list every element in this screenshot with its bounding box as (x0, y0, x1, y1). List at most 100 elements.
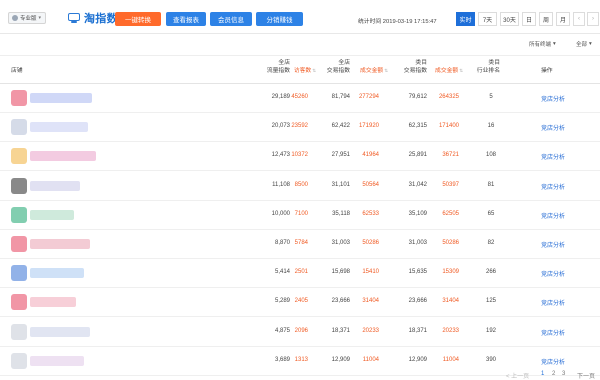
shop-avatar[interactable] (11, 236, 27, 252)
shop-name-blurred[interactable] (30, 268, 84, 279)
top-bar: 专业版 ▾ 淘指数 一键转换 查看报表 会员信息 分销赚钱 统计时间 2019-… (0, 0, 600, 34)
shop-avatar[interactable] (11, 265, 27, 282)
chevron-down-icon: ▾ (589, 41, 592, 47)
table-row: 11,108 8500 31,101 50564 31,042 50397 81 竞店分析 (0, 172, 600, 201)
date-prev-button[interactable]: ‹ (573, 12, 585, 26)
competitor-analysis-link[interactable]: 竞店分析 (541, 240, 581, 249)
competitor-analysis-link[interactable]: 竞店分析 (541, 211, 581, 220)
edition-selector[interactable]: 专业版 ▾ (8, 12, 47, 24)
shop-avatar[interactable] (11, 206, 27, 223)
cell-industry-rank: 192 (485, 327, 496, 334)
cell-amount: 50286 (362, 240, 379, 246)
header-amount[interactable]: 成交金额⇅ (348, 67, 388, 75)
logo[interactable]: 淘指数 (67, 10, 118, 26)
cell-amount: 50564 (362, 181, 379, 188)
distribution-earn-button[interactable]: 分销赚钱 (256, 12, 303, 26)
scope-filter[interactable]: 全部 ▾ (576, 40, 592, 48)
cell-category-amount: 20233 (442, 327, 459, 334)
pagination-prev[interactable]: < 上一页 (506, 371, 529, 380)
shop-name-blurred[interactable] (30, 326, 90, 337)
cell-industry-rank: 82 (487, 240, 495, 246)
shop-name-blurred[interactable] (30, 209, 74, 220)
competitor-analysis-link[interactable]: 竞店分析 (541, 94, 581, 103)
one-click-convert-button[interactable]: 一键转换 (115, 12, 161, 26)
period-day-button[interactable]: 日 (522, 12, 536, 26)
chevron-down-icon: ▾ (553, 41, 556, 47)
shop-name-blurred[interactable] (30, 297, 76, 308)
shop-avatar[interactable] (11, 148, 27, 165)
header-shop: 店铺 (11, 68, 23, 74)
header-category-trade-index[interactable]: 类目 交易指数 (387, 59, 427, 75)
period-month-button[interactable]: 月 (556, 12, 570, 26)
competitor-analysis-link[interactable]: 竞店分析 (541, 152, 581, 161)
header-industry-rank[interactable]: 类目 行业排名 (460, 59, 500, 75)
table-row: 10,000 7100 35,118 62533 35,109 62505 65 竞店分析 (0, 201, 600, 230)
table-row: 5,414 2501 15,698 15410 15,635 15309 266 竞店分析 (0, 259, 600, 289)
table-row: 12,473 10372 27,951 41964 25,891 36721 108 竞店分析 (0, 142, 600, 172)
cell-industry-rank: 65 (487, 210, 495, 217)
cell-amount: 62533 (362, 210, 379, 217)
cell-industry-rank: 81 (487, 181, 495, 188)
pagination-page-3[interactable]: 3 (562, 371, 565, 377)
cell-visitors: 5784 (294, 240, 308, 246)
cell-category-amount: 50397 (442, 181, 459, 188)
shop-name-blurred[interactable] (30, 355, 84, 366)
competitor-analysis-link[interactable]: 竞店分析 (541, 328, 581, 337)
period-week-button[interactable]: 周 (539, 12, 553, 26)
shop-name-blurred[interactable] (30, 93, 92, 103)
view-report-button[interactable]: 查看报表 (166, 12, 206, 26)
cell-category-amount: 62505 (442, 210, 459, 217)
pagination-next[interactable]: 下一页 > (577, 371, 600, 380)
table-row: 8,870 5784 31,003 50286 31,003 50286 82 竞店分析 (0, 230, 600, 259)
period-30day-button[interactable]: 30天 (500, 12, 519, 26)
period-realtime-button[interactable]: 实时 (456, 12, 475, 26)
shop-avatar[interactable] (11, 119, 27, 136)
period-7day-button[interactable]: 7天 (478, 12, 497, 26)
monitor-icon (67, 11, 81, 25)
stat-time: 统计时间 2019-03-19 17:15:47 (358, 19, 437, 25)
cell-amount: 171920 (358, 123, 379, 130)
shop-avatar[interactable] (11, 90, 27, 106)
cell-amount: 20233 (362, 327, 379, 334)
table-row: 4,875 2096 18,371 20233 18,371 20233 192 竞店分析 (0, 318, 600, 347)
user-icon (12, 15, 18, 21)
competitor-analysis-link[interactable]: 竞店分析 (541, 269, 581, 278)
competitor-analysis-link[interactable]: 竞店分析 (541, 298, 581, 307)
cell-visitors: 2405 (294, 298, 308, 305)
date-next-button[interactable]: › (587, 12, 599, 26)
shop-avatar[interactable] (11, 352, 27, 369)
shop-name-blurred[interactable] (30, 180, 80, 191)
cell-industry-rank: 16 (487, 123, 495, 130)
table-row: 20,073 23592 62,422 171920 62,315 171400 16 竞店分… (0, 113, 600, 143)
member-info-button[interactable]: 会员信息 (210, 12, 252, 26)
shop-avatar[interactable] (11, 323, 27, 340)
terminal-filter-label: 所有终端 (529, 42, 552, 48)
cell-category-amount: 11004 (442, 356, 459, 363)
cell-visitors: 7100 (294, 210, 308, 217)
cell-visitors: 1313 (294, 356, 308, 363)
terminal-filter[interactable]: 所有终端 ▾ (529, 40, 556, 48)
shop-name-blurred[interactable] (30, 122, 88, 133)
cell-industry-rank: 108 (485, 152, 496, 159)
pagination-page-2[interactable]: 2 (552, 371, 555, 377)
shop-name-blurred[interactable] (30, 239, 90, 249)
header-category-amount[interactable]: 成交金额⇅ (423, 67, 463, 75)
shop-avatar[interactable] (11, 294, 27, 311)
cell-visitors: 8500 (294, 181, 308, 188)
shop-avatar[interactable] (11, 177, 27, 194)
scope-filter-label: 全部 (576, 42, 588, 48)
cell-visitors: 2096 (294, 327, 308, 334)
pagination-page-1[interactable]: 1 (541, 371, 544, 377)
table-header: 店铺 全店 流量指数 访客数⇅ 全店 交易指数 成交金额⇅ 类目 交易指数 成交金额⇅… (0, 55, 600, 84)
cell-category-amount: 264325 (438, 94, 459, 100)
shop-name-blurred[interactable] (30, 151, 96, 162)
cell-amount: 277294 (358, 94, 379, 100)
table-row: 5,289 2405 23,666 31404 23,666 31404 125 竞店分析 (0, 288, 600, 318)
cell-amount: 15410 (362, 269, 379, 276)
chevron-down-icon: ▾ (38, 15, 42, 21)
header-trade-index[interactable]: 全店 交易指数 (310, 59, 350, 75)
cell-category-amount: 36721 (442, 152, 459, 159)
competitor-analysis-link[interactable]: 竞店分析 (541, 123, 581, 132)
competitor-analysis-link[interactable]: 竞店分析 (541, 182, 581, 191)
competitor-analysis-link[interactable]: 竞店分析 (541, 357, 581, 366)
